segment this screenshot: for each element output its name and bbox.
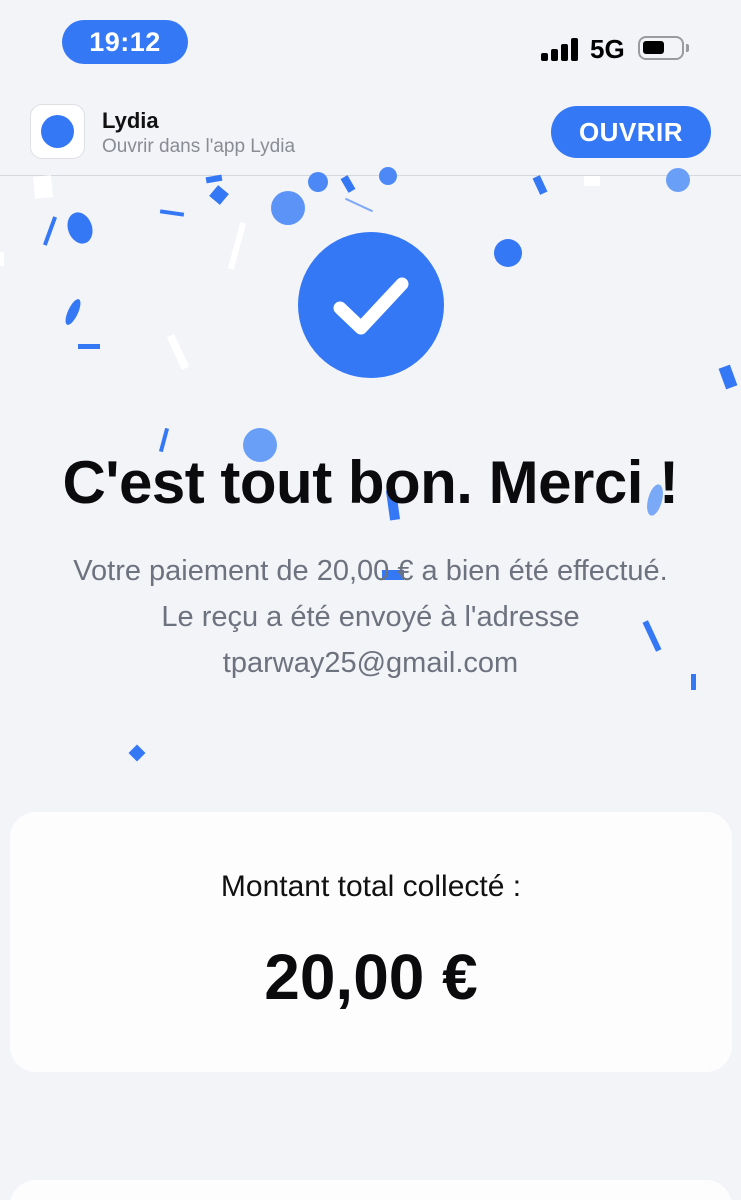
success-check-icon — [298, 232, 444, 378]
app-subtitle: Ouvrir dans l'app Lydia — [102, 136, 296, 157]
confirmation-message: Votre paiement de 20,00 € a bien été eff… — [0, 548, 741, 686]
payment-confirmation-text: Votre paiement de 20,00 € a bien été eff… — [73, 555, 668, 587]
total-collected-label: Montant total collecté : — [220, 870, 522, 903]
app-name: Lydia — [102, 108, 159, 133]
receipt-email: tparway25@gmail.com — [222, 647, 519, 679]
open-app-button[interactable]: OUVRIR — [551, 106, 711, 158]
network-type: 5G — [590, 34, 625, 64]
status-time[interactable]: 19:12 — [62, 20, 188, 64]
cellular-signal-icon — [541, 37, 581, 61]
confirmation-headline: C'est tout bon. Merci ! — [62, 449, 679, 516]
status-bar: 19:12 5G — [0, 0, 741, 96]
payment-confirmation-screen: 19:12 5G Lydia Ouvrir dans l'app Lydia O… — [0, 0, 741, 1200]
app-banner: Lydia Ouvrir dans l'app Lydia OUVRIR — [0, 96, 741, 176]
next-card — [10, 1180, 732, 1200]
total-collected-amount: 20,00 € — [264, 941, 478, 1013]
battery-icon — [638, 36, 689, 60]
receipt-sent-text: Le reçu a été envoyé à l'adresse — [161, 601, 580, 633]
app-icon — [30, 104, 85, 159]
total-collected-card: Montant total collecté : 20,00 € — [10, 812, 732, 1072]
